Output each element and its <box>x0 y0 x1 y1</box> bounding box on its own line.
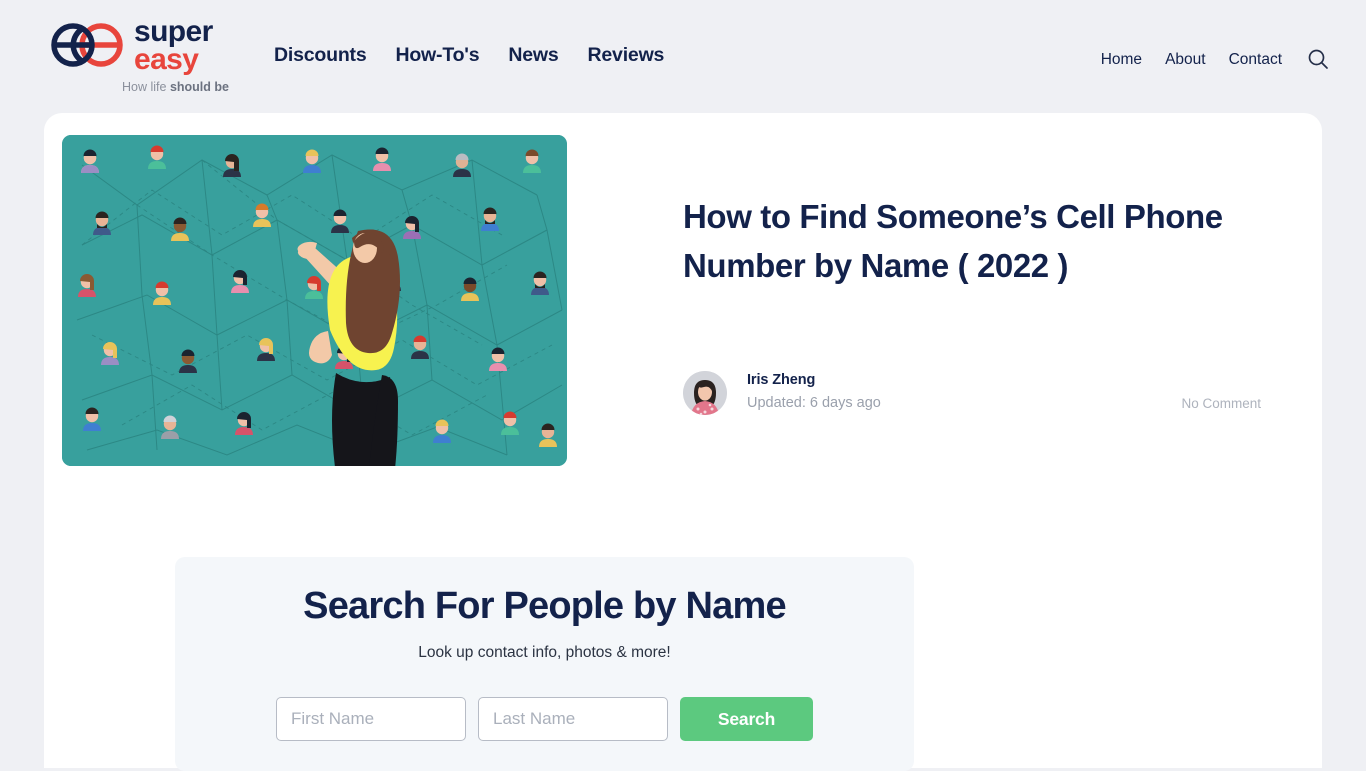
page-title: How to Find Someone’s Cell Phone Number … <box>683 198 1223 284</box>
logo-wordmark: super easy <box>134 15 213 76</box>
site-header: super easy How life should be Discounts … <box>0 0 1366 113</box>
nav-item-reviews[interactable]: Reviews <box>588 44 665 67</box>
nav-item-news[interactable]: News <box>508 44 558 67</box>
comment-count[interactable]: No Comment <box>1181 396 1261 411</box>
avatar <box>683 371 727 415</box>
logo-word-easy: easy <box>134 42 199 76</box>
first-name-input[interactable] <box>276 697 466 741</box>
people-search-form: Search <box>175 697 914 741</box>
last-name-input[interactable] <box>478 697 668 741</box>
logo-tagline: How life should be <box>122 80 229 94</box>
author-name[interactable]: Iris Zheng <box>747 372 881 388</box>
content-card: How to Find Someone’s Cell Phone Number … <box>44 113 1322 771</box>
article-header: How to Find Someone’s Cell Phone Number … <box>683 193 1283 290</box>
nav-item-contact[interactable]: Contact <box>1229 51 1282 69</box>
nav-item-how-tos[interactable]: How-To's <box>395 44 479 67</box>
updated-timestamp: Updated: 6 days ago <box>747 395 881 411</box>
byline-text: Iris Zheng Updated: 6 days ago <box>747 372 881 411</box>
site-logo[interactable]: super easy How life should be <box>44 15 264 96</box>
people-search-widget: Search For People by Name Look up contac… <box>175 557 914 771</box>
search-icon[interactable] <box>1306 47 1330 71</box>
tagline-prefix: How life <box>122 80 170 94</box>
logo-word-super: super <box>134 15 213 48</box>
tagline-bold: should be <box>169 80 229 94</box>
search-button[interactable]: Search <box>680 697 813 741</box>
search-widget-subtitle: Look up contact info, photos & more! <box>418 644 671 661</box>
utility-navigation: Home About Contact <box>1101 48 1330 71</box>
search-widget-title: Search For People by Name <box>303 585 786 627</box>
article-hero-image <box>62 135 567 466</box>
article-byline: Iris Zheng Updated: 6 days ago No Commen… <box>683 371 1283 421</box>
double-e-logo-icon <box>44 23 130 67</box>
nav-item-discounts[interactable]: Discounts <box>274 44 367 67</box>
primary-navigation: Discounts How-To's News Reviews <box>274 44 664 67</box>
nav-item-home[interactable]: Home <box>1101 51 1142 69</box>
nav-item-about[interactable]: About <box>1165 51 1206 69</box>
